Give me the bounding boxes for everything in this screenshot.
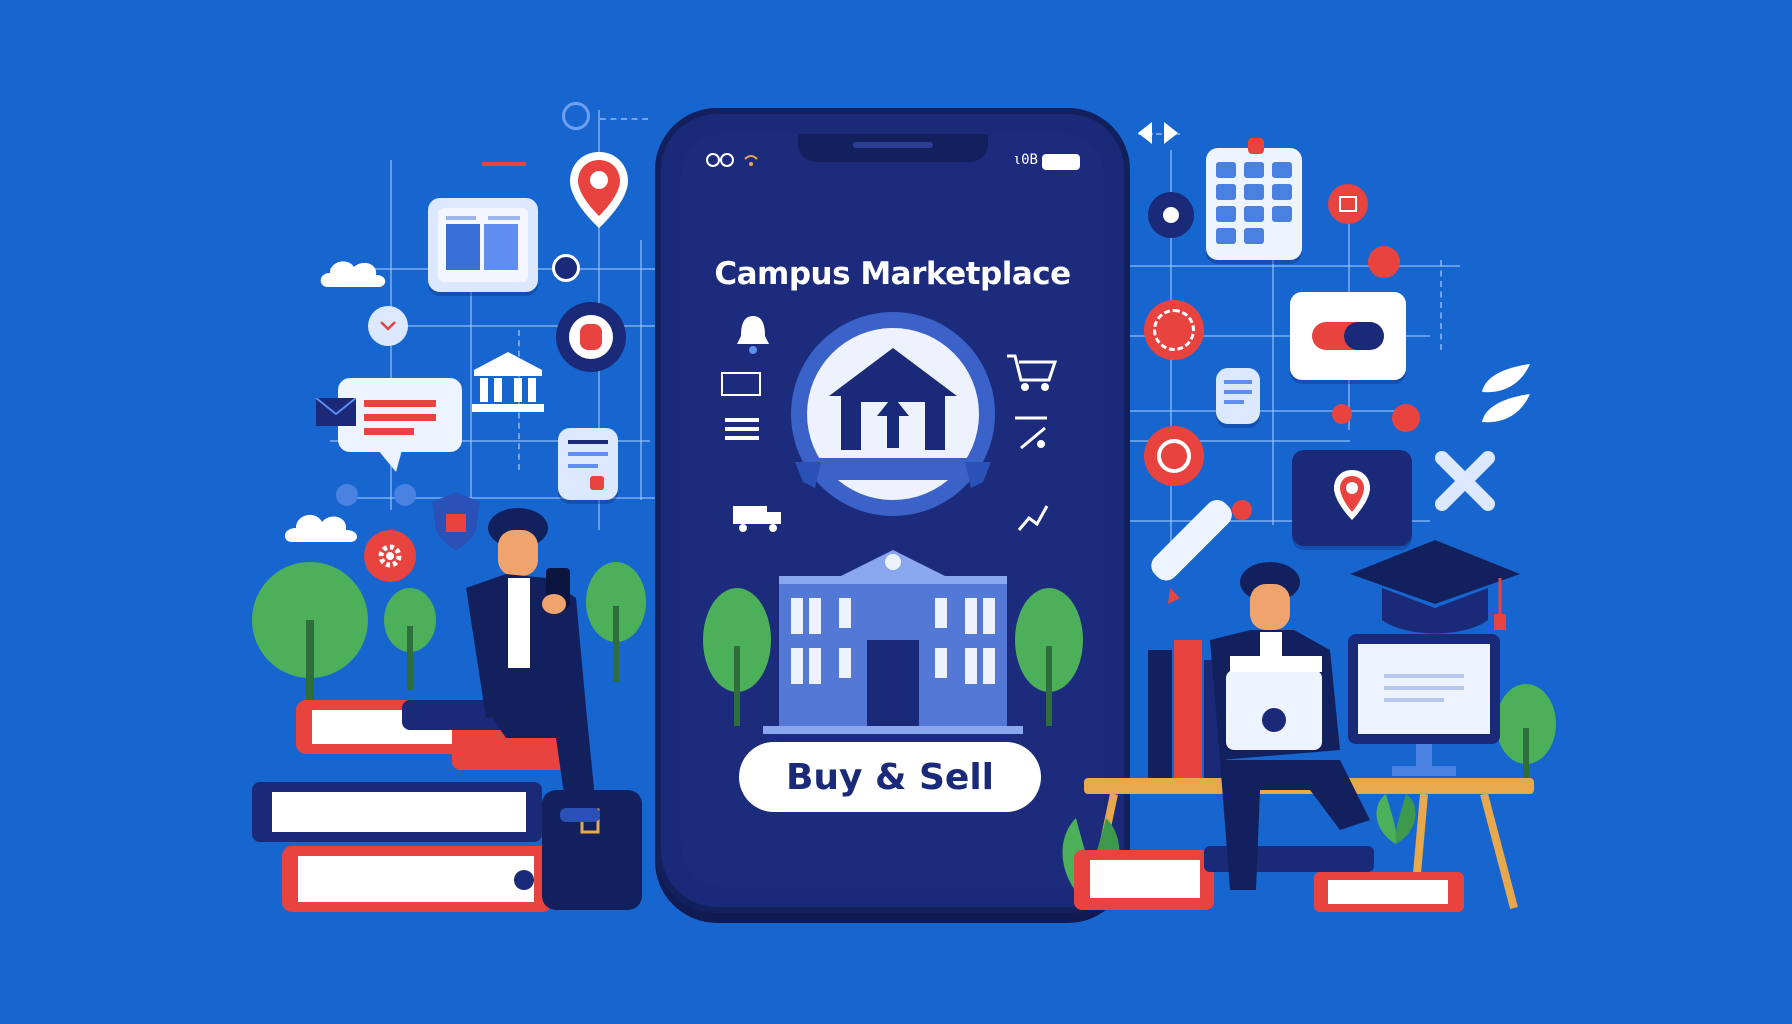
book-icon (438, 208, 528, 286)
phone-mockup: ι0B Campus Marketplace Buy & Sell (655, 108, 1130, 913)
university-building-icon (703, 550, 1083, 738)
tools-icon (1011, 414, 1051, 458)
home-upload-icon (781, 312, 1005, 536)
student-with-laptop (1190, 560, 1370, 924)
calendar-icon (1206, 138, 1302, 260)
node-dot-icon-2 (336, 484, 358, 506)
red-bracket-icon (482, 152, 526, 166)
graduation-cap-icon (1346, 540, 1524, 644)
clipboard-icon (1216, 368, 1260, 424)
app-title: Campus Marketplace (714, 256, 1071, 292)
document-card (558, 428, 618, 500)
plant-desk (1368, 790, 1424, 850)
node-dot-icon (552, 254, 580, 282)
location-pin-icon (566, 148, 632, 236)
chevron-down-icon (368, 306, 408, 346)
toggle-icon (1290, 292, 1406, 380)
map-pin-icon-small (1144, 426, 1204, 486)
bank-building-icon (470, 350, 546, 416)
arrows-icon (1136, 118, 1180, 152)
user-node-icon (1148, 192, 1194, 238)
award-badge-icon (556, 302, 626, 372)
buy-sell-button[interactable]: Buy & Sell (739, 742, 1041, 812)
alert-node-icon (1328, 184, 1368, 224)
book-card (428, 198, 538, 292)
envelope-icon (315, 397, 357, 430)
node-dot-icon-3 (394, 484, 416, 506)
chat-bubble-icon (338, 378, 462, 478)
tree-left-small (382, 586, 438, 694)
eyeglasses-icon (705, 152, 735, 172)
bell-icon (735, 312, 771, 358)
list-icon (725, 418, 759, 448)
seal-icon (1144, 300, 1204, 360)
phone-screen: ι0B Campus Marketplace Buy & Sell (681, 134, 1104, 887)
red-dot-icon (1368, 246, 1400, 278)
battery-icon (1042, 154, 1080, 170)
close-cross-icon (1432, 448, 1498, 518)
small-swirl-icon (562, 102, 590, 130)
wifi-icon (743, 152, 759, 171)
chart-mini-icon (1015, 500, 1049, 538)
red-dot-icon-3 (1332, 404, 1352, 424)
cloud-icon (318, 255, 388, 293)
status-bar-text: ι0B (1012, 152, 1038, 168)
monitor-icon (1348, 634, 1500, 786)
folder-icon (721, 372, 761, 396)
student-with-phone (446, 508, 626, 872)
cloud-icon-lower (282, 508, 362, 548)
red-dot-icon-2 (1392, 404, 1420, 432)
shopping-cart-icon (1005, 352, 1058, 396)
phone-notch (797, 134, 988, 162)
truck-icon (733, 500, 785, 536)
map-pin-icon (1292, 450, 1412, 546)
leaf-icon (1476, 362, 1532, 428)
tree-left-large (248, 560, 372, 714)
